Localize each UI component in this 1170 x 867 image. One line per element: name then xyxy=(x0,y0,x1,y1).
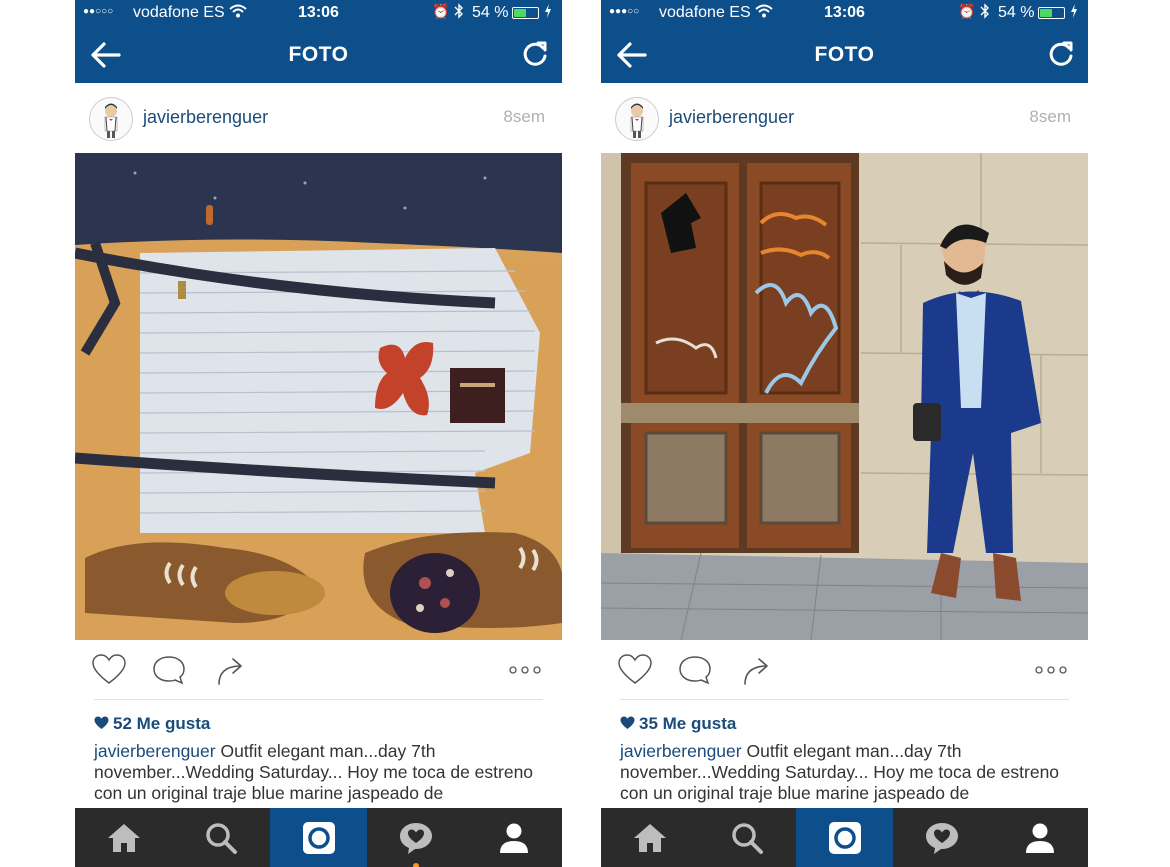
profile-icon xyxy=(499,823,528,853)
avatar[interactable] xyxy=(89,97,133,141)
like-heart-icon[interactable] xyxy=(91,654,127,686)
tab-search[interactable] xyxy=(698,808,795,867)
tab-camera[interactable] xyxy=(796,808,893,867)
status-bar: ●●●○○ vodafone ES 13:06 ⏰ 54 % xyxy=(601,0,1088,27)
phone-screen-right: ●●●○○ vodafone ES 13:06 ⏰ 54 % FOTO javi… xyxy=(601,0,1088,867)
charging-icon xyxy=(544,3,552,22)
tab-home[interactable] xyxy=(75,808,172,867)
post-username[interactable]: javierberenguer xyxy=(143,107,268,128)
search-icon xyxy=(731,822,763,854)
bluetooth-icon xyxy=(980,3,990,22)
divider xyxy=(94,699,543,700)
phone-screen-left: ●●○○○ vodafone ES 13:06 ⏰ 54 % FOTO javi… xyxy=(75,0,562,867)
caption-username[interactable]: javierberenguer xyxy=(620,741,742,761)
share-icon[interactable] xyxy=(213,654,249,686)
post-time-ago: 8sem xyxy=(1029,107,1071,126)
page-title: FOTO xyxy=(288,43,349,66)
more-options-icon[interactable] xyxy=(507,654,543,686)
post-caption: javierberenguer Outfit elegant man...day… xyxy=(620,741,1080,804)
bluetooth-icon xyxy=(454,3,464,22)
battery-percent: 54 % xyxy=(472,4,509,21)
likes-label: 52 Me gusta xyxy=(113,714,211,733)
share-icon[interactable] xyxy=(739,654,775,686)
avatar[interactable] xyxy=(615,97,659,141)
battery-level xyxy=(1040,9,1052,17)
activity-icon xyxy=(399,822,432,854)
home-icon xyxy=(107,823,140,852)
tab-search[interactable] xyxy=(172,808,269,867)
post-username[interactable]: javierberenguer xyxy=(669,107,794,128)
likes-count[interactable]: 52 Me gusta xyxy=(94,714,210,734)
post-photo[interactable] xyxy=(75,153,562,640)
likes-heart-icon xyxy=(620,715,635,729)
tab-profile[interactable] xyxy=(991,808,1088,867)
camera-icon xyxy=(302,821,335,854)
battery-icon xyxy=(512,7,539,19)
alarm-icon: ⏰ xyxy=(432,3,450,19)
tab-home[interactable] xyxy=(601,808,698,867)
likes-count[interactable]: 35 Me gusta xyxy=(620,714,736,734)
comment-icon[interactable] xyxy=(151,654,187,686)
page-title: FOTO xyxy=(814,43,875,66)
divider xyxy=(620,699,1069,700)
like-heart-icon[interactable] xyxy=(617,654,653,686)
status-bar: ●●○○○ vodafone ES 13:06 ⏰ 54 % xyxy=(75,0,562,27)
search-icon xyxy=(205,822,237,854)
post-time-ago: 8sem xyxy=(503,107,545,126)
home-icon xyxy=(633,823,666,852)
activity-icon xyxy=(925,822,958,854)
notification-dot xyxy=(412,863,419,867)
post-actions xyxy=(601,640,1088,700)
post-header: javierberenguer 8sem xyxy=(601,83,1088,153)
charging-icon xyxy=(1070,3,1078,22)
tab-activity[interactable] xyxy=(367,808,464,867)
tab-profile[interactable] xyxy=(465,808,562,867)
post-caption: javierberenguer Outfit elegant man...day… xyxy=(94,741,554,804)
tab-camera[interactable] xyxy=(270,808,367,867)
refresh-icon[interactable] xyxy=(521,40,549,68)
nav-bar: FOTO xyxy=(75,27,562,83)
battery-percent: 54 % xyxy=(998,4,1035,21)
more-options-icon[interactable] xyxy=(1033,654,1069,686)
battery-level xyxy=(514,9,526,17)
nav-bar: FOTO xyxy=(601,27,1088,83)
tab-bar xyxy=(75,808,562,867)
alarm-icon: ⏰ xyxy=(958,3,976,19)
camera-icon xyxy=(828,821,861,854)
post-header: javierberenguer 8sem xyxy=(75,83,562,153)
profile-icon xyxy=(1025,823,1054,853)
likes-label: 35 Me gusta xyxy=(639,714,737,733)
caption-username[interactable]: javierberenguer xyxy=(94,741,216,761)
tab-bar xyxy=(601,808,1088,867)
refresh-icon[interactable] xyxy=(1047,40,1075,68)
likes-heart-icon xyxy=(94,715,109,729)
tab-activity[interactable] xyxy=(893,808,990,867)
comment-icon[interactable] xyxy=(677,654,713,686)
battery-icon xyxy=(1038,7,1065,19)
post-actions xyxy=(75,640,562,700)
post-photo[interactable] xyxy=(601,153,1088,640)
